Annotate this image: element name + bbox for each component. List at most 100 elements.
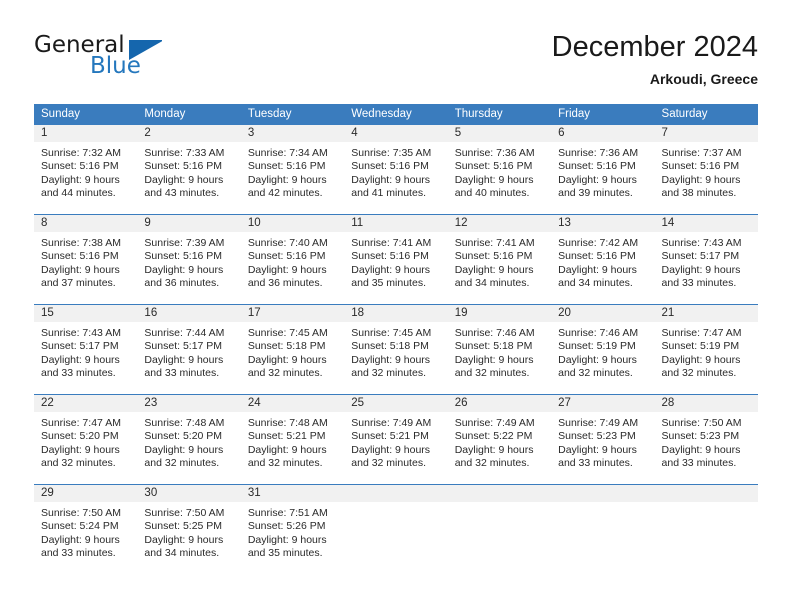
daylight-text-line1: Daylight: 9 hours [351, 263, 431, 276]
day-number [654, 485, 758, 502]
day-details: Sunrise: 7:33 AM Sunset: 5:16 PM Daylight:… [137, 142, 240, 201]
day-details: Sunrise: 7:50 AM Sunset: 5:25 PM Daylight:… [137, 502, 240, 561]
sunset-text: Sunset: 5:17 PM [144, 340, 223, 353]
day-details: Sunrise: 7:46 AM Sunset: 5:18 PM Daylight:… [448, 322, 551, 381]
calendar-day-cell[interactable]: 17 Sunrise: 7:45 AM Sunset: 5:18 PM Dayligh… [240, 305, 345, 394]
daylight-text-line1: Daylight: 9 hours [454, 263, 534, 276]
calendar-day-cell[interactable]: 21 Sunrise: 7:47 AM Sunset: 5:19 PM Dayligh… [654, 305, 758, 394]
calendar-day-cell[interactable]: 10 Sunrise: 7:40 AM Sunset: 5:16 PM Dayligh… [240, 215, 345, 304]
sunset-text: Sunset: 5:23 PM [661, 430, 740, 443]
calendar-day-cell[interactable]: 24 Sunrise: 7:48 AM Sunset: 5:21 PM Dayligh… [240, 395, 345, 484]
daylight-text-line2: and 32 minutes. [144, 457, 220, 470]
calendar-day-cell[interactable]: 5 Sunrise: 7:36 AM Sunset: 5:16 PM Daylight… [447, 125, 552, 214]
sunset-text: Sunset: 5:16 PM [144, 160, 223, 173]
day-number [551, 485, 655, 502]
calendar-day-cell[interactable]: 23 Sunrise: 7:48 AM Sunset: 5:20 PM Dayligh… [137, 395, 241, 484]
sunrise-text: Sunrise: 7:47 AM [41, 417, 121, 429]
sunrise-text: Sunrise: 7:44 AM [144, 327, 225, 339]
daylight-text-line2: and 32 minutes. [41, 457, 116, 470]
day-details [448, 502, 551, 507]
sunset-text: Sunset: 5:16 PM [558, 250, 636, 263]
daylight-text-line1: Daylight: 9 hours [247, 533, 327, 546]
day-number: 14 [654, 215, 758, 232]
daylight-text-line2: and 43 minutes. [144, 187, 220, 200]
calendar-day-cell-empty [447, 485, 552, 574]
calendar-day-cell[interactable]: 12 Sunrise: 7:41 AM Sunset: 5:16 PM Dayligh… [447, 215, 552, 304]
sunset-text: Sunset: 5:16 PM [454, 250, 533, 263]
page-header: General Blue December 2024 Arkoudi, Gree… [34, 30, 758, 92]
calendar-day-cell[interactable]: 26 Sunrise: 7:49 AM Sunset: 5:22 PM Dayligh… [447, 395, 552, 484]
sunset-text: Sunset: 5:22 PM [454, 430, 533, 443]
weekday-header-row: Sunday Monday Tuesday Wednesday Thursday… [34, 104, 758, 125]
day-details [655, 502, 758, 507]
calendar-day-cell[interactable]: 28 Sunrise: 7:50 AM Sunset: 5:23 PM Dayligh… [654, 395, 758, 484]
calendar-day-cell[interactable]: 29 Sunrise: 7:50 AM Sunset: 5:24 PM Dayligh… [34, 485, 138, 574]
calendar-day-cell[interactable]: 16 Sunrise: 7:44 AM Sunset: 5:17 PM Dayligh… [137, 305, 241, 394]
day-number: 1 [34, 125, 138, 142]
sunset-text: Sunset: 5:21 PM [247, 430, 326, 443]
day-details: Sunrise: 7:49 AM Sunset: 5:21 PM Daylight:… [344, 412, 447, 471]
day-details: Sunrise: 7:41 AM Sunset: 5:16 PM Daylight:… [344, 232, 447, 291]
day-number: 21 [654, 305, 758, 322]
day-details [344, 502, 447, 507]
calendar-day-cell[interactable]: 2 Sunrise: 7:33 AM Sunset: 5:16 PM Daylight… [137, 125, 241, 214]
day-number: 10 [240, 215, 345, 232]
calendar-day-cell[interactable]: 20 Sunrise: 7:46 AM Sunset: 5:19 PM Dayligh… [551, 305, 655, 394]
calendar-day-cell[interactable]: 1 Sunrise: 7:32 AM Sunset: 5:16 PM Daylight… [34, 125, 138, 214]
calendar-day-cell[interactable]: 8 Sunrise: 7:38 AM Sunset: 5:16 PM Daylight… [34, 215, 138, 304]
calendar-day-cell[interactable]: 25 Sunrise: 7:49 AM Sunset: 5:21 PM Dayligh… [344, 395, 448, 484]
calendar-day-cell[interactable]: 15 Sunrise: 7:43 AM Sunset: 5:17 PM Dayligh… [34, 305, 138, 394]
daylight-text-line1: Daylight: 9 hours [41, 533, 120, 546]
calendar-day-cell[interactable]: 9 Sunrise: 7:39 AM Sunset: 5:16 PM Daylight… [137, 215, 241, 304]
sunset-text: Sunset: 5:24 PM [41, 520, 119, 533]
calendar-day-cell[interactable]: 19 Sunrise: 7:46 AM Sunset: 5:18 PM Dayligh… [447, 305, 552, 394]
sunrise-text: Sunrise: 7:37 AM [661, 147, 742, 159]
daylight-text-line2: and 35 minutes. [247, 547, 323, 560]
calendar-day-cell[interactable]: 27 Sunrise: 7:49 AM Sunset: 5:23 PM Dayligh… [551, 395, 655, 484]
day-details: Sunrise: 7:49 AM Sunset: 5:23 PM Daylight:… [551, 412, 654, 471]
day-details: Sunrise: 7:39 AM Sunset: 5:16 PM Daylight:… [137, 232, 240, 291]
sunrise-text: Sunrise: 7:42 AM [558, 237, 639, 249]
day-details: Sunrise: 7:48 AM Sunset: 5:20 PM Daylight:… [137, 412, 240, 471]
day-details: Sunrise: 7:40 AM Sunset: 5:16 PM Daylight:… [241, 232, 344, 291]
sunrise-text: Sunrise: 7:47 AM [661, 327, 742, 339]
calendar-grid: Sunday Monday Tuesday Wednesday Thursday… [34, 104, 758, 574]
calendar-day-cell[interactable]: 30 Sunrise: 7:50 AM Sunset: 5:25 PM Dayligh… [137, 485, 241, 574]
daylight-text-line1: Daylight: 9 hours [41, 353, 120, 366]
day-details: Sunrise: 7:41 AM Sunset: 5:16 PM Daylight:… [448, 232, 551, 291]
day-number: 5 [447, 125, 552, 142]
day-number: 2 [137, 125, 241, 142]
day-number: 20 [551, 305, 655, 322]
daylight-text-line2: and 34 minutes. [454, 277, 530, 290]
calendar-day-cell[interactable]: 3 Sunrise: 7:34 AM Sunset: 5:16 PM Daylight… [240, 125, 345, 214]
daylight-text-line1: Daylight: 9 hours [247, 173, 327, 186]
day-details: Sunrise: 7:45 AM Sunset: 5:18 PM Daylight:… [241, 322, 344, 381]
daylight-text-line2: and 42 minutes. [247, 187, 323, 200]
calendar-day-cell[interactable]: 14 Sunrise: 7:43 AM Sunset: 5:17 PM Dayligh… [654, 215, 758, 304]
day-number: 29 [34, 485, 138, 502]
general-blue-logo[interactable]: General Blue [34, 30, 264, 88]
calendar-day-cell[interactable]: 22 Sunrise: 7:47 AM Sunset: 5:20 PM Dayligh… [34, 395, 138, 484]
day-number: 15 [34, 305, 138, 322]
calendar-day-cell[interactable]: 11 Sunrise: 7:41 AM Sunset: 5:16 PM Dayligh… [344, 215, 448, 304]
day-number: 12 [447, 215, 552, 232]
weekday-header-sunday: Sunday [41, 108, 81, 120]
day-number: 28 [654, 395, 758, 412]
calendar-day-cell[interactable]: 13 Sunrise: 7:42 AM Sunset: 5:16 PM Dayligh… [551, 215, 655, 304]
daylight-text-line2: and 32 minutes. [454, 367, 530, 380]
day-details: Sunrise: 7:34 AM Sunset: 5:16 PM Daylight:… [241, 142, 344, 201]
calendar-day-cell[interactable]: 18 Sunrise: 7:45 AM Sunset: 5:18 PM Dayligh… [344, 305, 448, 394]
daylight-text-line1: Daylight: 9 hours [661, 353, 741, 366]
calendar-day-cell[interactable]: 7 Sunrise: 7:37 AM Sunset: 5:16 PM Daylight… [654, 125, 758, 214]
sunrise-text: Sunrise: 7:34 AM [247, 147, 328, 159]
sunset-text: Sunset: 5:16 PM [351, 250, 429, 263]
calendar-day-cell[interactable]: 4 Sunrise: 7:35 AM Sunset: 5:16 PM Daylight… [344, 125, 448, 214]
day-number: 23 [137, 395, 241, 412]
sunrise-text: Sunrise: 7:36 AM [558, 147, 639, 159]
calendar-day-cell[interactable]: 6 Sunrise: 7:36 AM Sunset: 5:16 PM Daylight… [551, 125, 655, 214]
calendar-day-cell[interactable]: 31 Sunrise: 7:51 AM Sunset: 5:26 PM Dayligh… [240, 485, 345, 574]
sunrise-text: Sunrise: 7:41 AM [454, 237, 535, 249]
page-title: December 2024 [551, 31, 758, 63]
sunrise-text: Sunrise: 7:46 AM [454, 327, 535, 339]
day-number: 13 [551, 215, 655, 232]
